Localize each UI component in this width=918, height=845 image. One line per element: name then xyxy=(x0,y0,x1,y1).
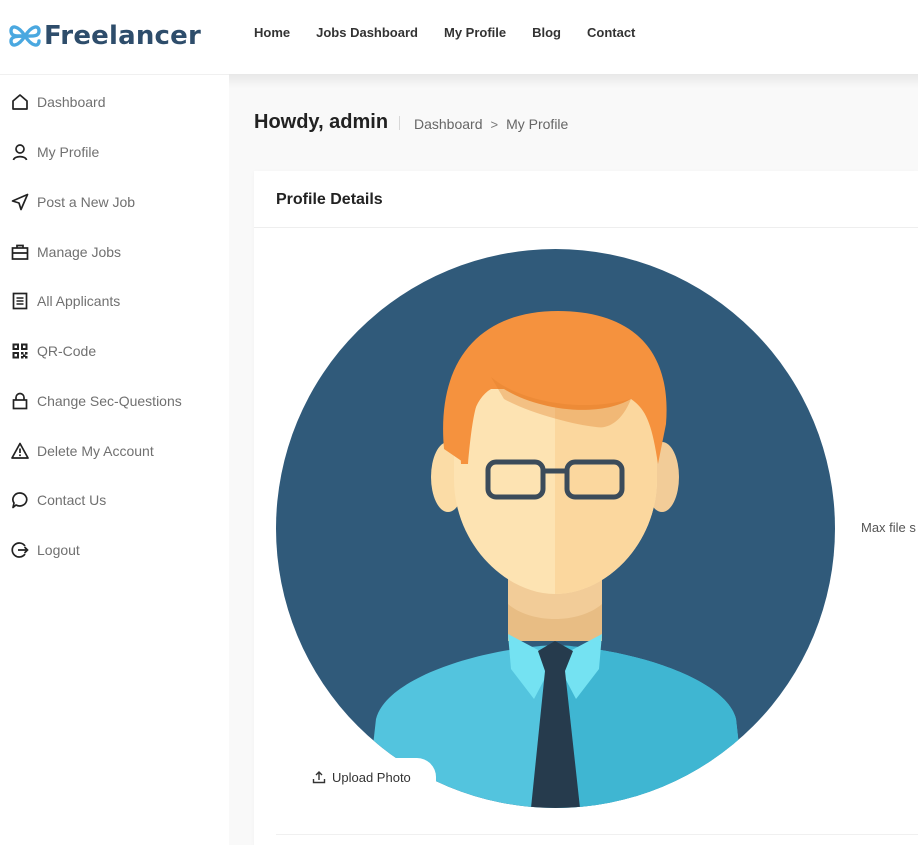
title-divider xyxy=(399,116,400,130)
breadcrumb-current: My Profile xyxy=(506,116,569,132)
sidebar-item-label: Post a New Job xyxy=(37,194,136,210)
logo-icon xyxy=(9,25,41,47)
sidebar-item-label: My Profile xyxy=(37,144,100,160)
sidebar-item-my-profile[interactable]: My Profile xyxy=(0,132,229,172)
avatar xyxy=(276,249,835,808)
breadcrumb-separator: > xyxy=(490,116,499,132)
sidebar-item-change-sec-questions[interactable]: Change Sec-Questions xyxy=(0,381,229,421)
user-icon xyxy=(10,143,29,162)
sidebar-item-post-job[interactable]: Post a New Job xyxy=(0,182,229,222)
qr-code-icon xyxy=(10,342,29,361)
sidebar-item-label: Dashboard xyxy=(37,94,106,110)
nav-jobs-dashboard[interactable]: Jobs Dashboard xyxy=(316,25,418,40)
top-header: Freelancer Home Jobs Dashboard My Profil… xyxy=(0,0,918,74)
breadcrumb-dashboard[interactable]: Dashboard xyxy=(414,116,483,132)
sidebar-item-delete-account[interactable]: Delete My Account xyxy=(0,431,229,471)
sidebar-item-dashboard[interactable]: Dashboard xyxy=(0,82,229,122)
upload-photo-label: Upload Photo xyxy=(332,769,411,785)
sidebar-item-qr-code[interactable]: QR-Code xyxy=(0,331,229,371)
lock-icon xyxy=(10,392,29,411)
sidebar-item-all-applicants[interactable]: All Applicants xyxy=(0,281,229,321)
brand-logo[interactable]: Freelancer xyxy=(8,16,201,56)
nav-my-profile[interactable]: My Profile xyxy=(444,25,506,40)
main-nav: Home Jobs Dashboard My Profile Blog Cont… xyxy=(254,25,661,40)
card-divider xyxy=(254,227,918,228)
card-bottom-divider xyxy=(276,834,918,835)
upload-icon xyxy=(312,770,326,784)
briefcase-icon xyxy=(10,243,29,262)
brand-name: Freelancer xyxy=(44,21,202,51)
send-icon xyxy=(10,193,29,212)
sidebar-item-contact-us[interactable]: Contact Us xyxy=(0,480,229,520)
sidebar-item-logout[interactable]: Logout xyxy=(0,530,229,570)
home-icon xyxy=(10,93,29,112)
nav-home[interactable]: Home xyxy=(254,25,290,40)
sidebar-item-label: All Applicants xyxy=(37,293,121,309)
sidebar-item-label: QR-Code xyxy=(37,343,97,359)
nav-contact[interactable]: Contact xyxy=(587,25,635,40)
page-title: Howdy, admin xyxy=(254,111,389,133)
document-list-icon xyxy=(10,292,29,311)
sidebar-item-label: Delete My Account xyxy=(37,443,154,459)
warning-icon xyxy=(10,442,29,461)
sidebar: Dashboard My Profile Post a New Job Mana… xyxy=(0,74,229,845)
sidebar-item-label: Change Sec-Questions xyxy=(37,393,182,409)
breadcrumb: Dashboard > My Profile xyxy=(414,116,568,132)
card-title: Profile Details xyxy=(276,191,383,208)
sidebar-item-label: Contact Us xyxy=(37,492,107,508)
chat-bubble-icon xyxy=(10,491,29,510)
nav-blog[interactable]: Blog xyxy=(532,25,561,40)
profile-details-card: Profile Details xyxy=(254,171,918,845)
sidebar-item-label: Manage Jobs xyxy=(37,244,122,260)
upload-photo-button[interactable]: Upload Photo xyxy=(300,758,436,796)
header-shadow xyxy=(229,74,918,88)
logout-icon xyxy=(10,541,29,560)
sidebar-item-label: Logout xyxy=(37,542,80,558)
sidebar-item-manage-jobs[interactable]: Manage Jobs xyxy=(0,232,229,272)
max-file-size-note: Max file s xyxy=(861,520,916,535)
